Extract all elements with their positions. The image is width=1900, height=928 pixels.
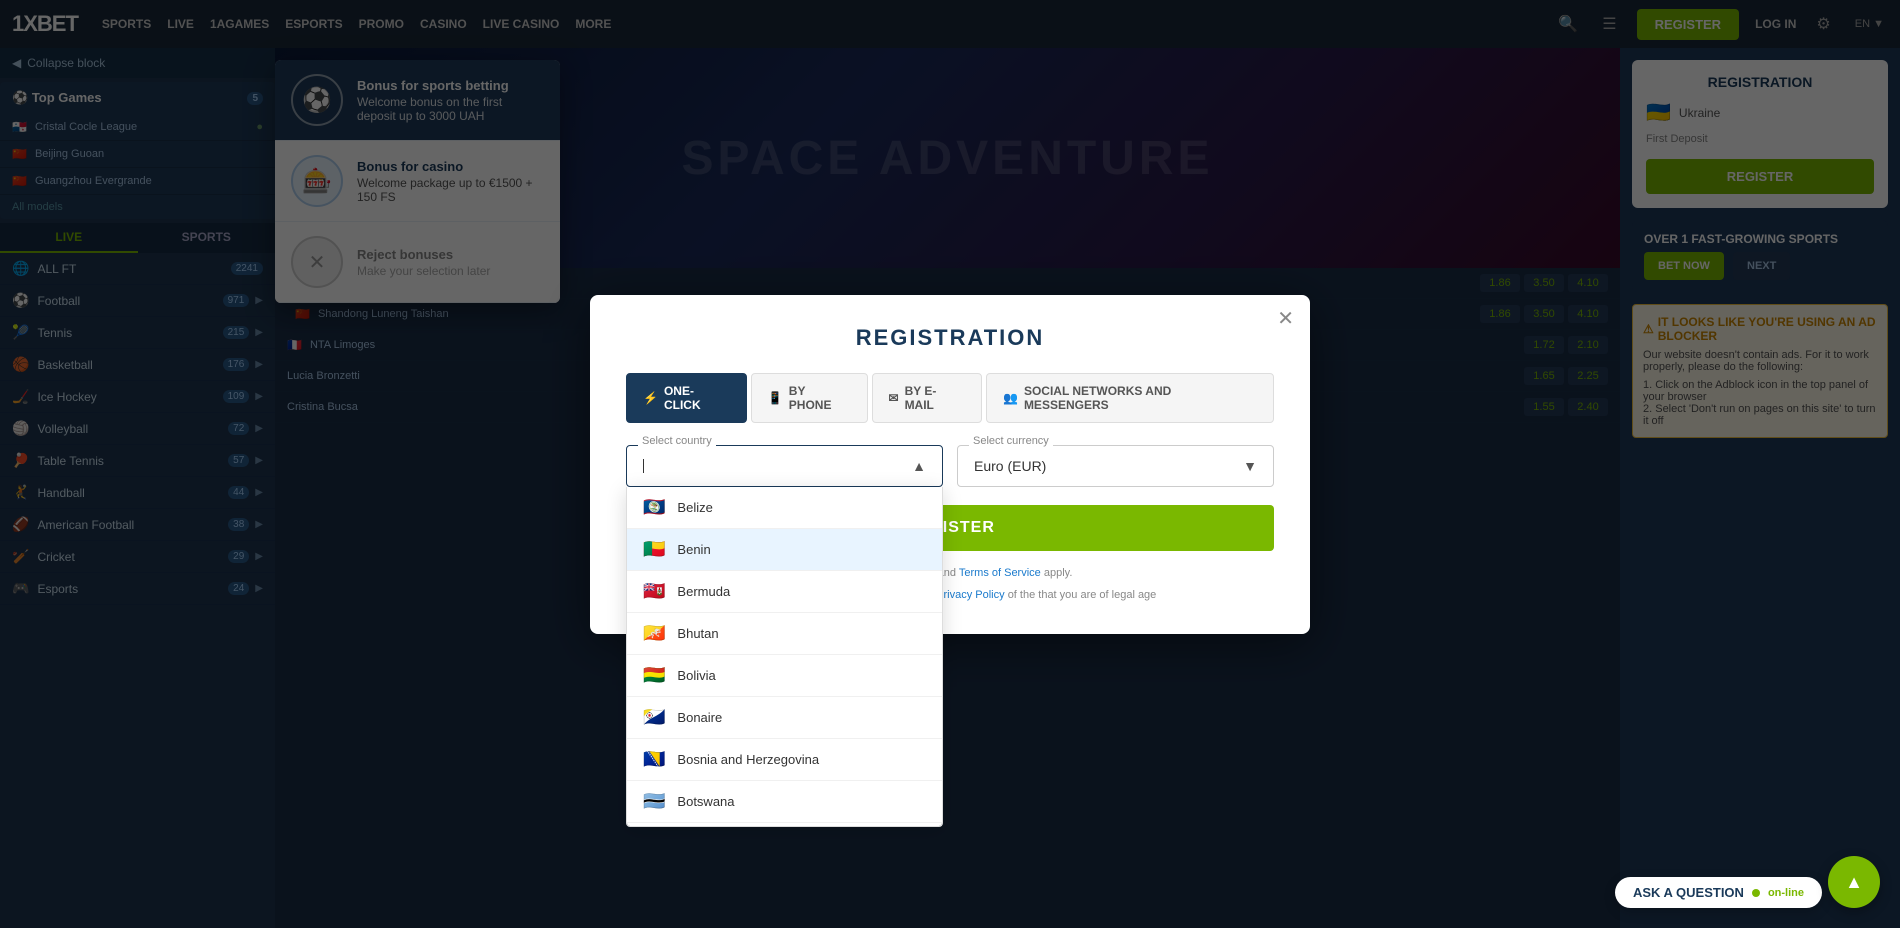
tab-one-click[interactable]: ⚡ ONE-CLICK <box>626 373 747 423</box>
flag-icon: 🇧🇲 <box>643 581 665 602</box>
currency-selected-value: Euro (EUR) <box>974 458 1046 474</box>
country-item-belize[interactable]: 🇧🇿 Belize <box>627 487 942 529</box>
online-indicator <box>1752 889 1760 897</box>
chevron-up-icon: ▲ <box>912 458 926 474</box>
text-cursor <box>643 459 644 473</box>
flag-icon: 🇧🇿 <box>643 497 665 518</box>
country-item-botswana[interactable]: 🇧🇼 Botswana <box>627 781 942 823</box>
flag-icon: 🇧🇹 <box>643 623 665 644</box>
email-icon: ✉ <box>889 391 899 405</box>
ask-question-bar[interactable]: ASK A QUESTION on-line <box>1615 877 1822 908</box>
country-item-bhutan[interactable]: 🇧🇹 Bhutan <box>627 613 942 655</box>
modal-close-button[interactable]: ✕ <box>1277 309 1294 329</box>
flag-icon: 🇧🇯 <box>643 539 665 560</box>
country-dropdown-trigger[interactable]: ▲ <box>626 445 943 487</box>
chat-icon: ▲ <box>1845 872 1863 893</box>
registration-tabs: ⚡ ONE-CLICK 📱 BY PHONE ✉ BY E-MAIL 👥 SOC… <box>626 373 1274 423</box>
form-row: Select country ▲ 🇧🇿 Belize 🇧🇯 Beni <box>626 445 1274 487</box>
country-item-bonaire[interactable]: 🇧🇶 Bonaire <box>627 697 942 739</box>
country-item-benin[interactable]: 🇧🇯 Benin <box>627 529 942 571</box>
registration-modal: ✕ REGISTRATION ⚡ ONE-CLICK 📱 BY PHONE ✉ … <box>590 295 1310 634</box>
flag-icon: 🇧🇦 <box>643 749 665 770</box>
country-label: Select country <box>638 435 716 447</box>
currency-dropdown-trigger[interactable]: Euro (EUR) ▼ <box>957 445 1274 487</box>
modal-overlay[interactable]: ✕ REGISTRATION ⚡ ONE-CLICK 📱 BY PHONE ✉ … <box>0 0 1900 928</box>
country-selected-value <box>643 459 644 473</box>
tab-social[interactable]: 👥 SOCIAL NETWORKS AND MESSENGERS <box>986 373 1274 423</box>
social-icon: 👥 <box>1003 391 1018 405</box>
country-item-bosnia[interactable]: 🇧🇦 Bosnia and Herzegovina <box>627 739 942 781</box>
tab-by-phone[interactable]: 📱 BY PHONE <box>751 373 868 423</box>
flag-icon: 🇧🇼 <box>643 791 665 812</box>
ask-question-label: ASK A QUESTION <box>1633 885 1744 900</box>
chevron-down-icon: ▼ <box>1243 458 1257 474</box>
privacy-link[interactable]: Privacy Policy <box>936 589 1004 601</box>
phone-icon: 📱 <box>768 391 783 405</box>
footer-apply: apply. <box>1044 567 1073 579</box>
currency-select-group: Select currency Euro (EUR) ▼ <box>957 445 1274 487</box>
country-item-bermuda[interactable]: 🇧🇲 Bermuda <box>627 571 942 613</box>
country-item-brazil[interactable]: 🇧🇷 Brazil <box>627 823 942 827</box>
modal-title: REGISTRATION <box>626 325 1274 351</box>
flag-icon: 🇧🇴 <box>643 665 665 686</box>
terms-service-link[interactable]: Terms of Service <box>959 567 1041 579</box>
online-label: on-line <box>1768 887 1804 899</box>
currency-label: Select currency <box>969 435 1053 447</box>
chat-button[interactable]: ▲ <box>1828 856 1880 908</box>
country-dropdown: 🇧🇿 Belize 🇧🇯 Benin 🇧🇲 Bermuda 🇧🇹 Bhutan <box>626 487 943 827</box>
lightning-icon: ⚡ <box>643 391 658 405</box>
country-item-bolivia[interactable]: 🇧🇴 Bolivia <box>627 655 942 697</box>
country-select-group: Select country ▲ 🇧🇿 Belize 🇧🇯 Beni <box>626 445 943 487</box>
flag-icon: 🇧🇶 <box>643 707 665 728</box>
tab-by-email[interactable]: ✉ BY E-MAIL <box>872 373 982 423</box>
